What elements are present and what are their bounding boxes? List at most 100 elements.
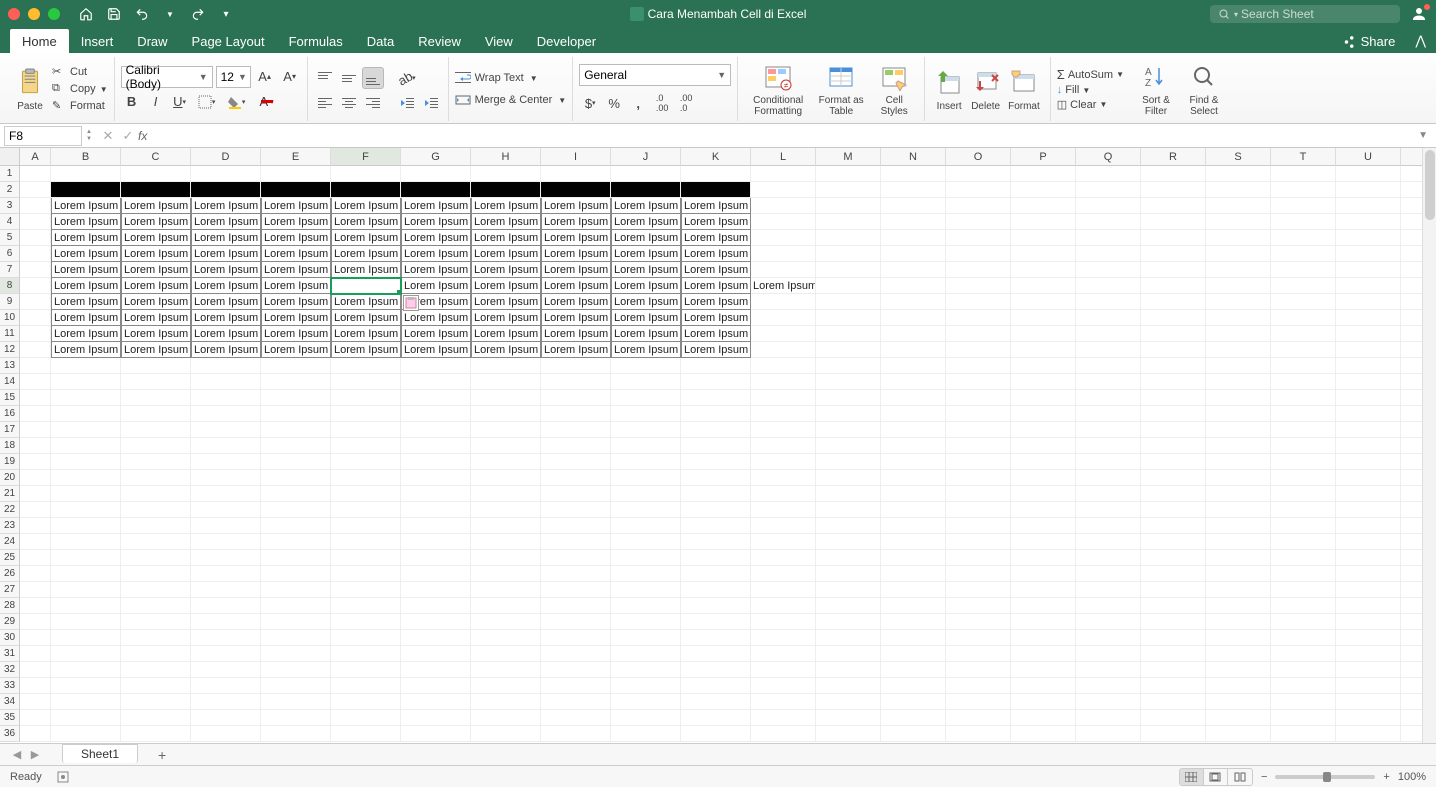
- cell[interactable]: [471, 454, 541, 470]
- cell[interactable]: [471, 390, 541, 406]
- cell[interactable]: [1336, 630, 1401, 646]
- cell[interactable]: [401, 470, 471, 486]
- row-header[interactable]: 17: [0, 422, 20, 438]
- cell[interactable]: [121, 470, 191, 486]
- cell[interactable]: [946, 422, 1011, 438]
- cell[interactable]: [1011, 678, 1076, 694]
- cell[interactable]: [816, 582, 881, 598]
- cell[interactable]: [331, 678, 401, 694]
- cell[interactable]: [261, 614, 331, 630]
- cell[interactable]: Lorem Ipsum: [681, 198, 751, 214]
- cell[interactable]: [946, 358, 1011, 374]
- cell[interactable]: [541, 582, 611, 598]
- cell[interactable]: [881, 422, 946, 438]
- font-size-select[interactable]: 12▼: [216, 66, 251, 88]
- cell[interactable]: [261, 374, 331, 390]
- cell[interactable]: [1141, 342, 1206, 358]
- cell[interactable]: [261, 486, 331, 502]
- cell[interactable]: [401, 374, 471, 390]
- find-select-button[interactable]: Find & Select: [1180, 59, 1228, 119]
- cell[interactable]: [51, 630, 121, 646]
- paste-button[interactable]: Paste: [12, 65, 48, 114]
- cell[interactable]: [946, 662, 1011, 678]
- cell[interactable]: [541, 358, 611, 374]
- cell[interactable]: [20, 630, 51, 646]
- cell[interactable]: [751, 550, 816, 566]
- cell[interactable]: [261, 182, 331, 198]
- cell[interactable]: [51, 726, 121, 742]
- cell[interactable]: Lorem Ipsum: [261, 326, 331, 342]
- cell[interactable]: [1011, 422, 1076, 438]
- name-box-spinner[interactable]: ▲▼: [86, 129, 98, 143]
- cell[interactable]: [611, 614, 681, 630]
- cell[interactable]: Lorem Ipsum: [541, 294, 611, 310]
- cell[interactable]: [541, 166, 611, 182]
- cell[interactable]: [881, 694, 946, 710]
- cell[interactable]: [881, 246, 946, 262]
- cell[interactable]: [1271, 694, 1336, 710]
- cell[interactable]: Lorem Ipsum: [121, 198, 191, 214]
- cell[interactable]: [261, 422, 331, 438]
- cell[interactable]: Lorem Ipsum: [471, 214, 541, 230]
- cell[interactable]: [541, 630, 611, 646]
- cell[interactable]: [541, 566, 611, 582]
- cell[interactable]: [331, 406, 401, 422]
- cell[interactable]: [1206, 566, 1271, 582]
- expand-formula-bar-button[interactable]: ▼: [1410, 130, 1436, 141]
- cell[interactable]: [1336, 182, 1401, 198]
- cell[interactable]: [401, 710, 471, 726]
- currency-button[interactable]: $▾: [579, 92, 601, 114]
- cell[interactable]: [20, 534, 51, 550]
- decrease-font-button[interactable]: A▾: [279, 66, 301, 88]
- cell[interactable]: [191, 678, 261, 694]
- cell[interactable]: [471, 694, 541, 710]
- comma-button[interactable]: ,: [627, 92, 649, 114]
- cell[interactable]: Lorem Ipsum: [121, 246, 191, 262]
- cell[interactable]: [1271, 486, 1336, 502]
- cell[interactable]: [471, 550, 541, 566]
- cell[interactable]: [751, 454, 816, 470]
- cell[interactable]: [1206, 390, 1271, 406]
- cell[interactable]: Lorem Ipsum: [261, 262, 331, 278]
- cell[interactable]: Lorem Ipsum: [541, 310, 611, 326]
- cell[interactable]: [191, 486, 261, 502]
- cell[interactable]: [611, 182, 681, 198]
- cell[interactable]: [816, 566, 881, 582]
- cell[interactable]: Lorem Ipsum: [611, 214, 681, 230]
- increase-font-button[interactable]: A▴: [254, 66, 276, 88]
- cell[interactable]: [611, 630, 681, 646]
- cell[interactable]: [1011, 598, 1076, 614]
- cell[interactable]: Lorem Ipsum: [541, 198, 611, 214]
- cell[interactable]: [611, 726, 681, 742]
- zoom-out-button[interactable]: −: [1261, 771, 1267, 783]
- cell[interactable]: [20, 230, 51, 246]
- cell[interactable]: [121, 678, 191, 694]
- cell[interactable]: [751, 646, 816, 662]
- cell[interactable]: [1271, 534, 1336, 550]
- insert-cells-button[interactable]: Insert: [931, 65, 967, 114]
- vertical-scrollbar[interactable]: [1422, 148, 1436, 743]
- cell[interactable]: [1076, 694, 1141, 710]
- cell[interactable]: Lorem Ipsum: [261, 246, 331, 262]
- cell[interactable]: [1141, 406, 1206, 422]
- cell[interactable]: [1336, 278, 1401, 294]
- cell[interactable]: [1141, 390, 1206, 406]
- cell[interactable]: [1336, 166, 1401, 182]
- cell[interactable]: [331, 582, 401, 598]
- cell[interactable]: [1141, 518, 1206, 534]
- cell[interactable]: [401, 486, 471, 502]
- cell[interactable]: [946, 182, 1011, 198]
- cell[interactable]: [1076, 678, 1141, 694]
- merge-center-button[interactable]: Merge & Center▼: [455, 93, 567, 107]
- cell[interactable]: [1011, 710, 1076, 726]
- cell[interactable]: [816, 678, 881, 694]
- cell[interactable]: [401, 662, 471, 678]
- cut-button[interactable]: ✂Cut: [52, 65, 108, 79]
- cell[interactable]: Lorem Ipsum: [261, 214, 331, 230]
- cell[interactable]: [1141, 502, 1206, 518]
- cell[interactable]: Lorem Ipsum: [51, 310, 121, 326]
- cell[interactable]: [946, 726, 1011, 742]
- cell[interactable]: [121, 406, 191, 422]
- cell[interactable]: [1141, 454, 1206, 470]
- cell[interactable]: [191, 630, 261, 646]
